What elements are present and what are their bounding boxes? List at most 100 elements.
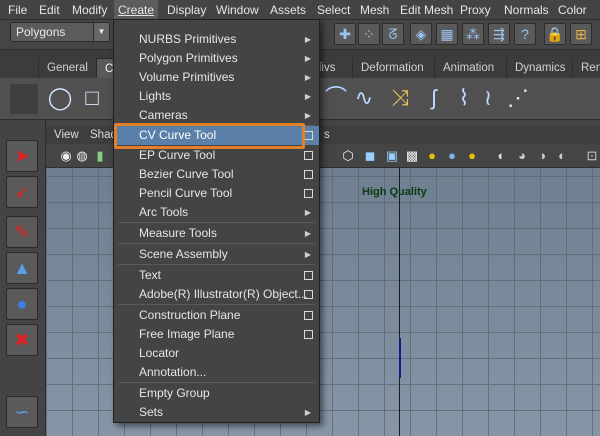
- lock-icon[interactable]: 🔒: [544, 23, 566, 45]
- menu-item-pencil-curve-tool[interactable]: Pencil Curve Tool: [114, 184, 319, 203]
- menu-item-sets[interactable]: Sets ▶: [114, 403, 319, 422]
- menu-item-lights[interactable]: Lights ▶: [114, 87, 319, 106]
- grid-axis-line: [399, 168, 400, 436]
- menu-edit-mesh[interactable]: Edit Mesh: [396, 0, 457, 20]
- high-quality-label: High Quality: [362, 186, 427, 198]
- light-icon[interactable]: ●: [464, 148, 480, 164]
- mode-select[interactable]: Polygons ▼: [10, 22, 110, 42]
- plus-icon[interactable]: ✚: [334, 23, 356, 45]
- menu-display[interactable]: Display: [163, 0, 210, 20]
- circle-icon[interactable]: ◯: [46, 84, 74, 112]
- menu-normals[interactable]: Normals: [500, 0, 553, 20]
- wireframe-on-shaded-icon[interactable]: ▣: [384, 148, 400, 164]
- snap-live-icon[interactable]: ⁂: [462, 23, 484, 45]
- shelf-handle[interactable]: [10, 84, 38, 114]
- menu-select[interactable]: Select: [313, 0, 354, 20]
- paint-select-icon[interactable]: ✎: [6, 216, 38, 248]
- lasso-tool-icon[interactable]: ➶: [6, 176, 38, 208]
- chevron-down-icon: ▼: [93, 23, 109, 41]
- arc-icon[interactable]: ⋰: [504, 84, 532, 112]
- menu-item-illustrator-object[interactable]: Adobe(R) Illustrator(R) Object...: [114, 285, 319, 304]
- camera-attr-icon[interactable]: ◍: [74, 148, 90, 164]
- option-box-icon[interactable]: [304, 131, 313, 140]
- motion-blur-icon[interactable]: ◕: [514, 148, 530, 164]
- depth-of-field-icon[interactable]: ◐: [554, 148, 570, 164]
- option-box-icon[interactable]: [304, 271, 313, 280]
- toolbox: ➤ ➶ ✎ ▲ ● ✖ ∽: [0, 120, 46, 436]
- menu-item-polygon-primitives[interactable]: Polygon Primitives ▶: [114, 49, 319, 68]
- menu-assets[interactable]: Assets: [266, 0, 310, 20]
- option-box-icon[interactable]: [304, 290, 313, 299]
- callout-highlight-box: [114, 123, 305, 149]
- snap-view-icon[interactable]: ⇶: [488, 23, 510, 45]
- menu-separator: [118, 264, 315, 265]
- option-box-icon[interactable]: [304, 311, 313, 320]
- option-box-icon[interactable]: [304, 170, 313, 179]
- menu-item-construction-plane[interactable]: Construction Plane: [114, 306, 319, 325]
- antialias-icon[interactable]: ◑: [534, 148, 550, 164]
- menu-create[interactable]: Create: [114, 0, 159, 20]
- menu-item-free-image-plane[interactable]: Free Image Plane: [114, 325, 319, 344]
- menu-item-text[interactable]: Text: [114, 266, 319, 285]
- menu-edit[interactable]: Edit: [35, 0, 64, 20]
- menu-window[interactable]: Window: [212, 0, 263, 20]
- rotate-tool-icon[interactable]: ●: [6, 288, 38, 320]
- isolate-icon[interactable]: ⊡: [584, 148, 600, 164]
- menu-item-arc-tools[interactable]: Arc Tools ▶: [114, 203, 319, 222]
- submenu-arrow-icon: ▶: [304, 229, 311, 238]
- submenu-arrow-icon: ▶: [304, 250, 311, 259]
- menu-item-measure-tools[interactable]: Measure Tools ▶: [114, 224, 319, 243]
- menu-file[interactable]: File: [4, 0, 31, 20]
- select-tool-icon[interactable]: ➤: [6, 140, 38, 172]
- submenu-arrow-icon: ▶: [304, 208, 311, 217]
- menu-modify[interactable]: Modify: [68, 0, 111, 20]
- tab-rendering[interactable]: Ren: [572, 58, 600, 78]
- cv-curve-icon[interactable]: ⤨: [386, 84, 414, 112]
- ambient-occlusion-icon[interactable]: ◖: [492, 148, 508, 164]
- option-box-icon[interactable]: [304, 151, 313, 160]
- move-tool-icon[interactable]: ▲: [6, 252, 38, 284]
- snap-surface-icon[interactable]: ▦: [436, 23, 458, 45]
- menu-item-bezier-curve-tool[interactable]: Bezier Curve Tool: [114, 165, 319, 184]
- menu-item-annotation[interactable]: Annotation...: [114, 363, 319, 382]
- scale-tool-icon[interactable]: ✖: [6, 324, 38, 356]
- square-icon[interactable]: □: [78, 84, 106, 112]
- textured-icon[interactable]: ▩: [404, 148, 420, 164]
- menu-item-volume-primitives[interactable]: Volume Primitives ▶: [114, 68, 319, 87]
- tab-dynamics[interactable]: Dynamics: [506, 58, 573, 78]
- pencil-curve-icon[interactable]: ≀: [474, 84, 502, 112]
- tab-deformation[interactable]: Deformation: [352, 58, 432, 78]
- shadows-icon[interactable]: ●: [444, 148, 460, 164]
- menu-separator: [118, 222, 315, 223]
- mode-select-value: Polygons: [16, 25, 66, 39]
- help-icon[interactable]: ?: [514, 23, 536, 45]
- wireframe-icon[interactable]: ⬡: [340, 148, 356, 164]
- wave-curve-icon[interactable]: ∿: [350, 84, 378, 112]
- menu-proxy[interactable]: Proxy: [456, 0, 495, 20]
- menu-item-locator[interactable]: Locator: [114, 344, 319, 363]
- bezier-icon[interactable]: ʃ: [420, 84, 448, 112]
- menu-color[interactable]: Color: [554, 0, 591, 20]
- z-axis-line: [399, 338, 401, 378]
- snap-curve-icon[interactable]: ⁘: [358, 23, 380, 45]
- viewport-menu-panels[interactable]: s: [324, 126, 330, 144]
- viewport-menu-view[interactable]: View: [54, 126, 79, 144]
- tab-animation[interactable]: Animation: [434, 58, 502, 78]
- menu-mesh[interactable]: Mesh: [356, 0, 393, 20]
- option-box-icon[interactable]: [304, 189, 313, 198]
- history-icon[interactable]: ⊞: [570, 23, 592, 45]
- last-tool-icon[interactable]: ∽: [6, 396, 38, 428]
- menu-item-empty-group[interactable]: Empty Group: [114, 384, 319, 403]
- option-box-icon[interactable]: [304, 330, 313, 339]
- curve-icon[interactable]: ⌒: [322, 84, 350, 112]
- menu-item-nurbs-primitives[interactable]: NURBS Primitives ▶: [114, 30, 319, 49]
- submenu-arrow-icon: ▶: [304, 54, 311, 63]
- menu-item-scene-assembly[interactable]: Scene Assembly ▶: [114, 245, 319, 264]
- all-lights-icon[interactable]: ●: [424, 148, 440, 164]
- snap-point-icon[interactable]: ᘔ: [382, 23, 404, 45]
- snap-plane-icon[interactable]: ◈: [410, 23, 432, 45]
- bookmark-icon[interactable]: ▮: [92, 148, 108, 164]
- camera-select-icon[interactable]: ◉: [58, 148, 74, 164]
- smooth-shade-icon[interactable]: ◼: [362, 148, 378, 164]
- tab-general[interactable]: General: [38, 58, 96, 78]
